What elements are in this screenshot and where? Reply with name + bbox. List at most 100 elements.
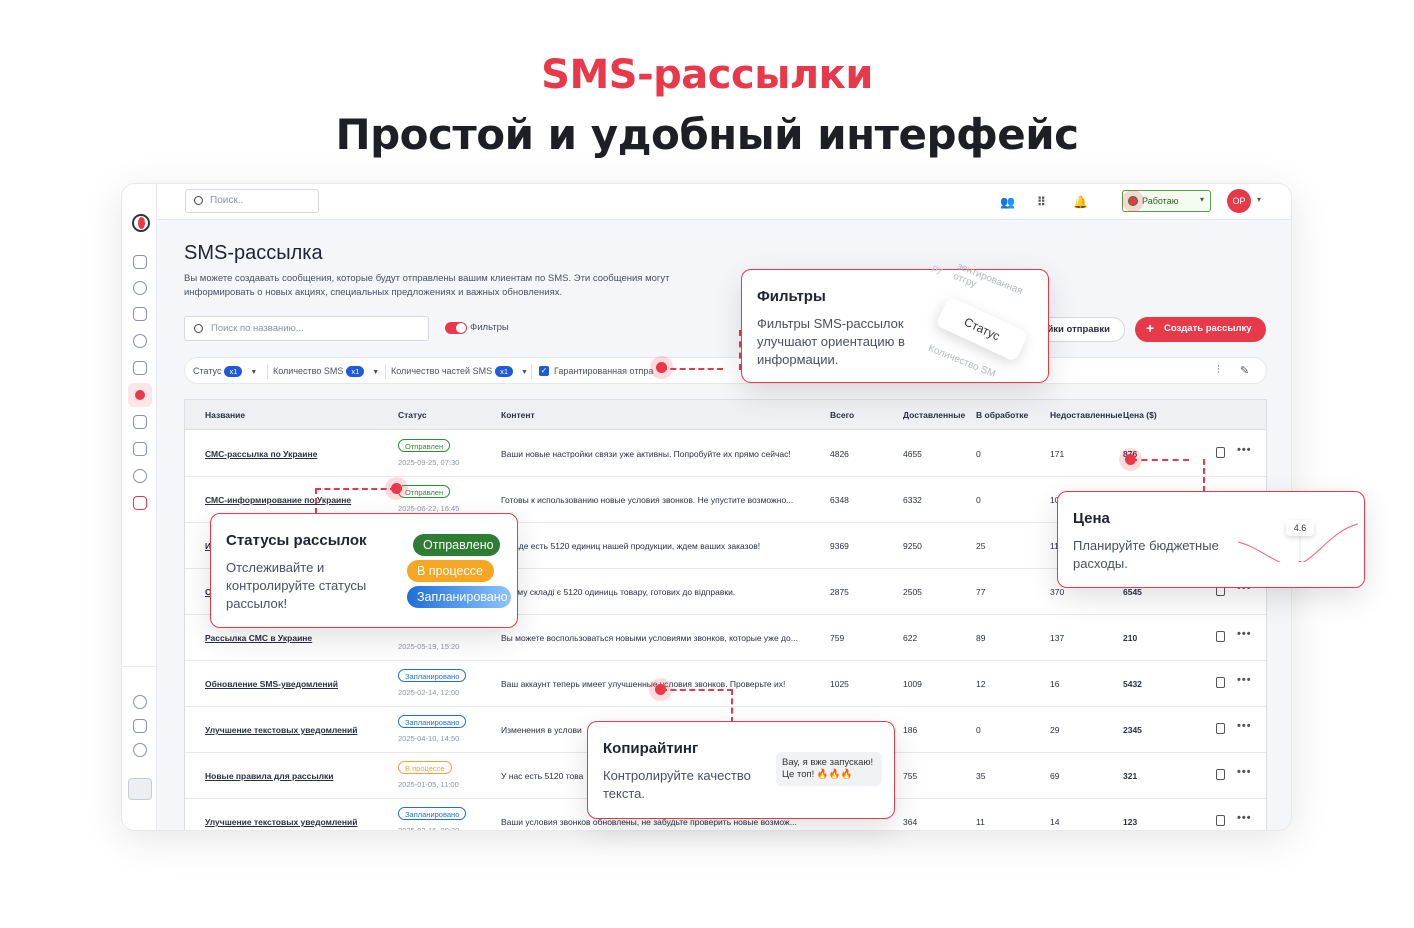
col-processing[interactable]: В обработке xyxy=(976,410,1028,420)
support-icon[interactable] xyxy=(133,442,147,456)
cell-price: 123 xyxy=(1123,817,1138,827)
connector-line xyxy=(661,368,723,370)
wallet-icon[interactable] xyxy=(133,719,147,733)
mailing-name-link[interactable]: Рассылка СМС в Украине xyxy=(205,633,312,643)
copy-icon[interactable] xyxy=(1216,631,1225,642)
cell-delivered: 1009 xyxy=(903,679,922,689)
marker-dot xyxy=(1125,454,1136,465)
filters-toggle[interactable] xyxy=(445,322,467,334)
hero-subtitle: Простой и удобный интерфейс xyxy=(335,110,1079,159)
more-icon[interactable]: ••• xyxy=(1237,720,1252,732)
copy-icon[interactable] xyxy=(1216,769,1225,780)
cell-price: 321 xyxy=(1123,771,1138,781)
more-icon[interactable]: ••• xyxy=(1237,766,1252,778)
sidebar xyxy=(122,184,157,830)
table-row[interactable]: СМС-рассылка по Украине Отправлен 2025-09-… xyxy=(185,431,1266,477)
phone-settings-icon[interactable] xyxy=(133,469,147,483)
mailing-name-link[interactable]: СМС-рассылка по Украине xyxy=(205,449,317,459)
filter-sms-count[interactable]: Количество SMS x1 ▼ xyxy=(273,366,379,377)
marker-dot xyxy=(655,684,666,695)
copy-icon[interactable] xyxy=(1216,677,1225,688)
cell-total: 9369 xyxy=(830,541,849,551)
mailing-name-link[interactable]: Улучшение текстовых уведомлений xyxy=(205,725,357,735)
contacts-icon[interactable]: 👥 xyxy=(1000,195,1015,209)
chat-icon[interactable] xyxy=(133,307,147,321)
table-header: Название Статус Контент Всего Доставленн… xyxy=(185,400,1266,430)
cell-delivered: 755 xyxy=(903,771,918,781)
columns-settings-icon[interactable]: ⫶ xyxy=(1217,364,1220,377)
logo-icon xyxy=(132,214,150,232)
bot-icon[interactable] xyxy=(133,361,147,375)
mailing-date: 2025-03-16, 09:30 xyxy=(398,826,460,831)
mailing-date: 2025-04-10, 14:50 xyxy=(398,734,460,743)
more-icon[interactable]: ••• xyxy=(1237,444,1252,456)
plus-icon: + xyxy=(1146,320,1155,336)
col-content[interactable]: Контент xyxy=(501,410,535,420)
collapse-sidebar-button[interactable] xyxy=(128,778,152,800)
price-tooltip: 4.6 xyxy=(1286,520,1314,536)
filter-parts-count[interactable]: Количество частей SMS x1 ▼ xyxy=(391,366,528,377)
col-delivered[interactable]: Доставленные xyxy=(903,410,965,420)
mailing-name-link[interactable]: Новые правила для рассылки xyxy=(205,771,334,781)
phone-icon[interactable] xyxy=(133,281,147,295)
search-icon xyxy=(194,324,203,333)
cell-processing: 35 xyxy=(976,771,986,781)
connector-line xyxy=(661,689,733,723)
dialpad-icon[interactable]: ⠿ xyxy=(1037,195,1046,209)
cell-total: 1025 xyxy=(830,679,849,689)
page-title: SMS-рассылка xyxy=(184,242,323,264)
cell-delivered: 4655 xyxy=(903,449,922,459)
cell-delivered: 6332 xyxy=(903,495,922,505)
more-icon[interactable]: ••• xyxy=(1237,812,1252,824)
guaranteed-checkbox[interactable]: ✓ xyxy=(539,366,549,376)
copy-icon[interactable] xyxy=(1216,815,1225,826)
message-icon[interactable] xyxy=(133,415,147,429)
more-icon[interactable]: ••• xyxy=(1237,628,1252,640)
chevron-down-icon: ▼ xyxy=(372,369,380,376)
cell-total: 4826 xyxy=(830,449,849,459)
mailing-content: Готовы к использованию новые условия зво… xyxy=(501,495,794,505)
callout-text: Планируйте бюджетные расходы. xyxy=(1073,538,1219,571)
play-icon xyxy=(1128,196,1138,206)
page-description: Вы можете создавать сообщения, которые б… xyxy=(184,273,670,298)
create-mailing-button[interactable]: + Создать рассылку xyxy=(1135,317,1266,342)
mailing-content: ашому складі є 5120 одиниць товару, гото… xyxy=(501,587,736,597)
callout-text: Контролируйте качество текста. xyxy=(603,768,751,801)
devices-icon[interactable] xyxy=(133,496,147,510)
col-name[interactable]: Название xyxy=(205,410,245,420)
sms-icon[interactable] xyxy=(128,383,152,407)
more-icon[interactable]: ••• xyxy=(1237,674,1252,686)
mailing-date: 2025-05-19, 15:20 xyxy=(398,642,460,651)
callout-text: Отслеживайте и контролируйте статусы рас… xyxy=(226,560,367,611)
mailing-date: 2025-02-14, 12:00 xyxy=(398,688,460,697)
cell-processing: 0 xyxy=(976,449,981,459)
copy-icon[interactable] xyxy=(1216,723,1225,734)
call-icon[interactable] xyxy=(133,334,147,348)
mailing-content: Вы можете воспользоваться новыми условия… xyxy=(501,633,798,643)
status-badge: Отправлен xyxy=(398,485,451,498)
mailing-name-link[interactable]: Обновление SMS-уведомлений xyxy=(205,679,338,689)
mailing-date: 2025-01-05, 11:00 xyxy=(398,780,459,789)
status-badge: Отправлен xyxy=(398,439,451,452)
col-total[interactable]: Всего xyxy=(830,410,854,420)
chevron-down-icon[interactable]: ▾ xyxy=(1257,195,1261,204)
help-icon[interactable] xyxy=(133,743,147,757)
col-status[interactable]: Статус xyxy=(398,410,427,420)
col-price[interactable]: Цена ($) xyxy=(1123,410,1157,420)
copy-icon[interactable] xyxy=(1216,447,1225,458)
mailing-name-link[interactable]: Улучшение текстовых уведомлений xyxy=(205,817,357,827)
callout-filters: Фильтры Фильтры SMS-рассылок улучшают ор… xyxy=(741,261,1049,383)
status-badge: Запланировано xyxy=(398,669,467,682)
settings-icon[interactable] xyxy=(133,695,147,709)
global-search-input[interactable]: Поиск.. xyxy=(185,189,319,213)
name-search-input[interactable]: Поиск по названию... xyxy=(184,316,429,341)
cell-total: 759 xyxy=(830,633,845,643)
bell-icon[interactable]: 🔔 xyxy=(1073,195,1088,209)
avatar[interactable]: OP xyxy=(1227,189,1251,213)
cell-undelivered: 69 xyxy=(1050,771,1060,781)
dashboard-icon[interactable] xyxy=(133,255,147,269)
agent-status-select[interactable]: Работаю ▾ xyxy=(1122,190,1211,212)
clear-filters-icon[interactable]: ✎ xyxy=(1240,364,1249,377)
filter-status[interactable]: Статус x1 ▼ xyxy=(193,366,257,377)
col-undelivered[interactable]: Недоставленные xyxy=(1050,410,1122,420)
